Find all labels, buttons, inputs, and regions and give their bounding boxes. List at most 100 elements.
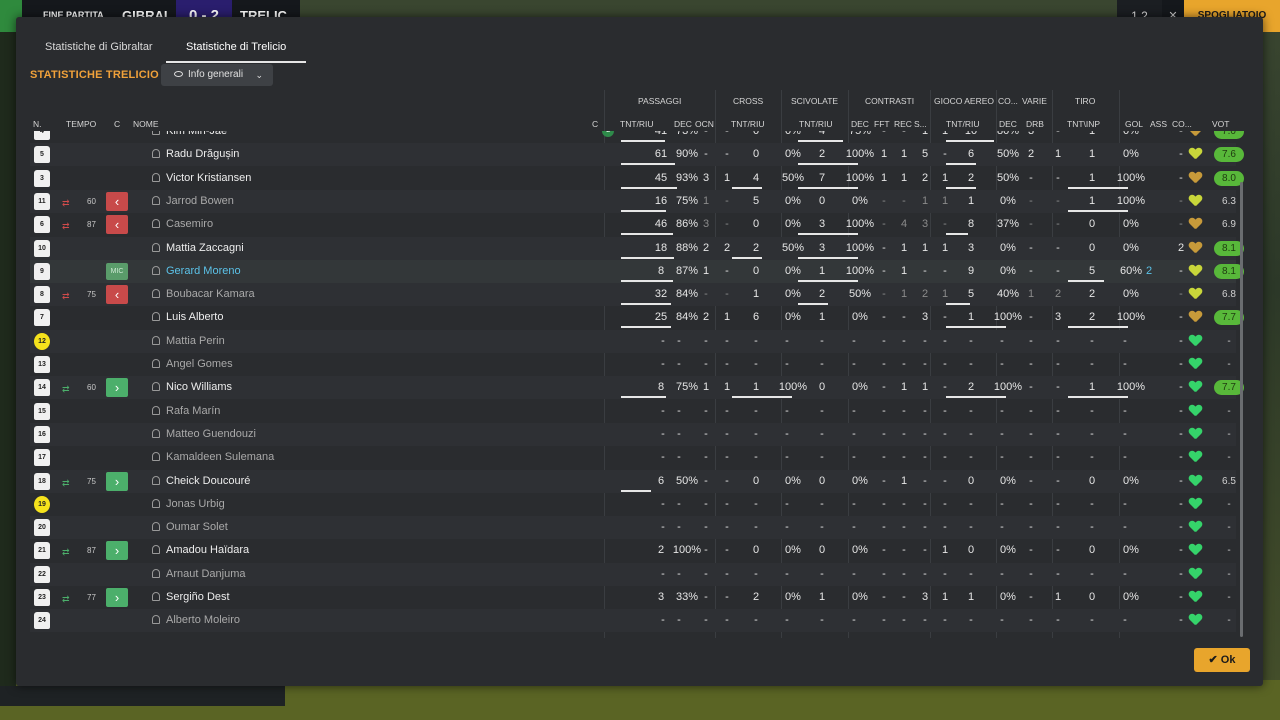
table-row[interactable]: 21 ⇄ 87 › Amadou Haïdara 2 100% - -0 0% 0 0% - - -1 0 0%…	[30, 539, 1236, 562]
view-dropdown[interactable]: Info generali ⌄	[161, 64, 273, 86]
col-co[interactable]: CO...	[1172, 119, 1192, 129]
shots: 1	[1088, 131, 1096, 137]
col-con-rec[interactable]: REC	[894, 119, 912, 129]
table-row[interactable]: 15 Rafa Marín - - - - - - - - - - - - - - - - - - - -	[30, 400, 1236, 423]
table-row[interactable]: 19 Jonas Urbig - - - - - - - - - - - - - - - - - - - -	[30, 493, 1236, 516]
player-icon	[152, 405, 160, 415]
col-c[interactable]: C	[114, 119, 120, 129]
col-con-fft[interactable]: FFT	[874, 119, 890, 129]
empty-stat: -	[725, 567, 729, 580]
table-row[interactable]: 4Kim Min-JaeC4173%--00%475%--111080%3-10…	[30, 131, 1244, 143]
player-name[interactable]: Boubacar Kamara	[166, 288, 255, 300]
cross-bar	[732, 186, 762, 189]
table-row[interactable]: 24 Alberto Moleiro - - - - - - - - - - - - - - - - - - - -	[30, 609, 1236, 633]
col-tiro-tnt[interactable]: TNT\INP	[1067, 119, 1100, 129]
aerial-percent: 100%	[993, 381, 1023, 394]
table-row[interactable]: 17 Kamaldeen Sulemana - - - - - - - - - - - - - - - - - - - -	[30, 446, 1236, 469]
player-name[interactable]: Victor Kristiansen	[166, 172, 251, 184]
col-pass-tnt[interactable]: TNT/RIU	[620, 119, 654, 129]
table-row[interactable]: 20 Oumar Solet - - - - - - - - - - - - - - - - - - - -	[30, 516, 1236, 540]
player-name[interactable]: Nico Williams	[166, 381, 232, 393]
table-row[interactable]: 3 Victor Kristiansen 45 93% 3 1 4 50% 7 100% 1 1 2 1 2…	[30, 167, 1244, 190]
tab-trelicio[interactable]: Statistiche di Trelicio	[186, 41, 286, 53]
chevron-left-icon[interactable]: ‹	[106, 191, 128, 211]
player-name[interactable]: Radu Drăgușin	[166, 148, 239, 160]
shirt-number: 5	[34, 146, 50, 164]
player-name[interactable]: Mattia Zaccagni	[166, 242, 244, 254]
table-row[interactable]: 11 ⇄ 60 ‹ Jarrod Bowen 16 75% 1-5 0% 0 0% - -1 1 1 0% - -…	[30, 189, 1236, 213]
col-co-dec[interactable]: DEC	[999, 119, 1017, 129]
empty-stat: -	[754, 521, 758, 534]
player-name[interactable]: Oumar Solet	[166, 521, 228, 533]
table-row[interactable]: 8 ⇄ 75 ‹ Boubacar Kamara 32 84% - -1 0% 2 50% -1 2 1 5 4…	[30, 283, 1236, 307]
table-row[interactable]: 18 ⇄ 75 › Cheick Doucouré 6 50% - -0 0% 0 0% -1- -0 0%…	[30, 469, 1236, 493]
col-pass-dec[interactable]: DEC	[674, 119, 692, 129]
player-icon	[152, 545, 160, 555]
empty-stat: -	[1000, 497, 1004, 510]
player-name[interactable]: Alberto Moleiro	[166, 614, 240, 626]
player-name[interactable]: Arnaut Danjuma	[166, 568, 246, 580]
table-row[interactable]: 7 Luis Alberto 25 84% 2 1 6 0% 1 0% - -3-1 100% -3 2 10…	[30, 306, 1244, 329]
player-name[interactable]: Kamaldeen Sulemana	[166, 451, 274, 463]
sub-in-icon: ⇄	[62, 594, 70, 604]
chevron-left-icon[interactable]: ‹	[106, 285, 128, 305]
col-vot[interactable]: VOT	[1212, 119, 1229, 129]
player-name[interactable]: Jonas Urbig	[166, 498, 225, 510]
col-tempo[interactable]: TEMPO	[66, 119, 96, 129]
col-aereo-tnt[interactable]: TNT/RIU	[946, 119, 980, 129]
table-row[interactable]: 5 Radu Drăgușin 61 90% - -0 0% 2 100% 1 1 5-6 50% 2 1 1…	[30, 143, 1244, 167]
table-row[interactable]: 13 Angel Gomes - - - - - - - - - - - - - - - - - - - -	[30, 353, 1236, 376]
col-c2[interactable]: C	[592, 119, 598, 129]
chevron-right-icon[interactable]: ›	[106, 471, 128, 491]
chevron-right-icon[interactable]: ›	[106, 541, 128, 561]
table-row[interactable]: 9 MIC Gerard Moreno 8 87% 1-0 0% 1 100% -1- -9 0% - -…	[30, 259, 1244, 283]
col-pass-ocn[interactable]: OCN	[695, 119, 714, 129]
table-row[interactable]: 12 Mattia Perin - - - - - - - - - - - - - - - - - - - -	[30, 329, 1236, 353]
co-dec: 3	[1027, 131, 1035, 137]
col-varie-drb[interactable]: DRB	[1026, 119, 1044, 129]
player-name[interactable]: Luis Alberto	[166, 311, 223, 323]
player-name[interactable]: Kim Min-Jae	[166, 131, 227, 137]
co-dec: -	[1029, 311, 1033, 324]
table-row[interactable]: 6 ⇄ 87 ‹ Casemiro 46 86% 3-0 0% 3 100% -4 3-8 37% - -0 0…	[30, 213, 1236, 236]
col-con-dec[interactable]: DEC	[851, 119, 869, 129]
col-scivolate-tnt[interactable]: TNT/RIU	[799, 119, 833, 129]
player-name[interactable]: Gerard Moreno	[166, 265, 241, 277]
table-row[interactable]: 22 Arnaut Danjuma - - - - - - - - - - - - - - - - - - - -	[30, 562, 1236, 586]
col-nome[interactable]: NOME	[133, 119, 159, 129]
shot-percent: 0%	[1123, 591, 1139, 603]
table-row[interactable]: 23 ⇄ 77 › Sergiño Dest 3 33% - -2 0% 1 0% - -3 1 1 0% -1 0…	[30, 586, 1236, 609]
chevron-right-icon[interactable]: ›	[106, 588, 128, 607]
player-name[interactable]: Cheick Doucouré	[166, 475, 250, 487]
empty-stat: -	[677, 614, 681, 627]
table-row[interactable]: 10 Mattia Zaccagni 18 88% 2 2 2 50% 3 100% -1 1 1 3 0%…	[30, 236, 1244, 260]
player-name[interactable]: Rafa Marín	[166, 405, 220, 417]
player-name[interactable]: Matteo Guendouzi	[166, 428, 256, 440]
player-name[interactable]: Jarrod Bowen	[166, 195, 234, 207]
col-ass[interactable]: ASS	[1150, 119, 1167, 129]
player-name[interactable]: Angel Gomes	[166, 358, 233, 370]
player-name[interactable]: Amadou Haïdara	[166, 544, 249, 556]
chevron-left-icon[interactable]: ‹	[106, 215, 128, 235]
col-cross-tnt[interactable]: TNT/RIU	[731, 119, 765, 129]
col-gol[interactable]: GOL	[1125, 119, 1143, 129]
scrollbar[interactable]	[1240, 182, 1243, 637]
tab-gibraltar[interactable]: Statistiche di Gibraltar	[45, 41, 153, 53]
player-name[interactable]: Casemiro	[166, 218, 213, 230]
cross-attempts: 0	[752, 544, 760, 557]
col-con-s[interactable]: S...	[914, 119, 927, 129]
player-name[interactable]: Sergiño Dest	[166, 591, 230, 603]
chevron-right-icon[interactable]: ›	[106, 378, 128, 398]
shot-percent: 0%	[1123, 288, 1139, 301]
empty-stat: -	[725, 497, 729, 510]
empty-stat: -	[1000, 427, 1004, 440]
empty-stat: -	[785, 614, 789, 627]
empty-stat: -	[677, 567, 681, 580]
ok-button[interactable]: ✔ Ok	[1194, 648, 1250, 672]
table-row[interactable]: 16 Matteo Guendouzi - - - - - - - - - - - - - - - - - - - -	[30, 422, 1236, 446]
player-name[interactable]: Mattia Perin	[166, 335, 225, 347]
table-row[interactable]: 14 ⇄ 60 › Nico Williams 8 75% 1 1 1 100% 0 0% -1 1-2 10…	[30, 376, 1244, 400]
empty-stat: -	[785, 427, 789, 440]
col-num[interactable]: N.	[33, 119, 42, 129]
tackle-percent: 0%	[852, 544, 868, 557]
